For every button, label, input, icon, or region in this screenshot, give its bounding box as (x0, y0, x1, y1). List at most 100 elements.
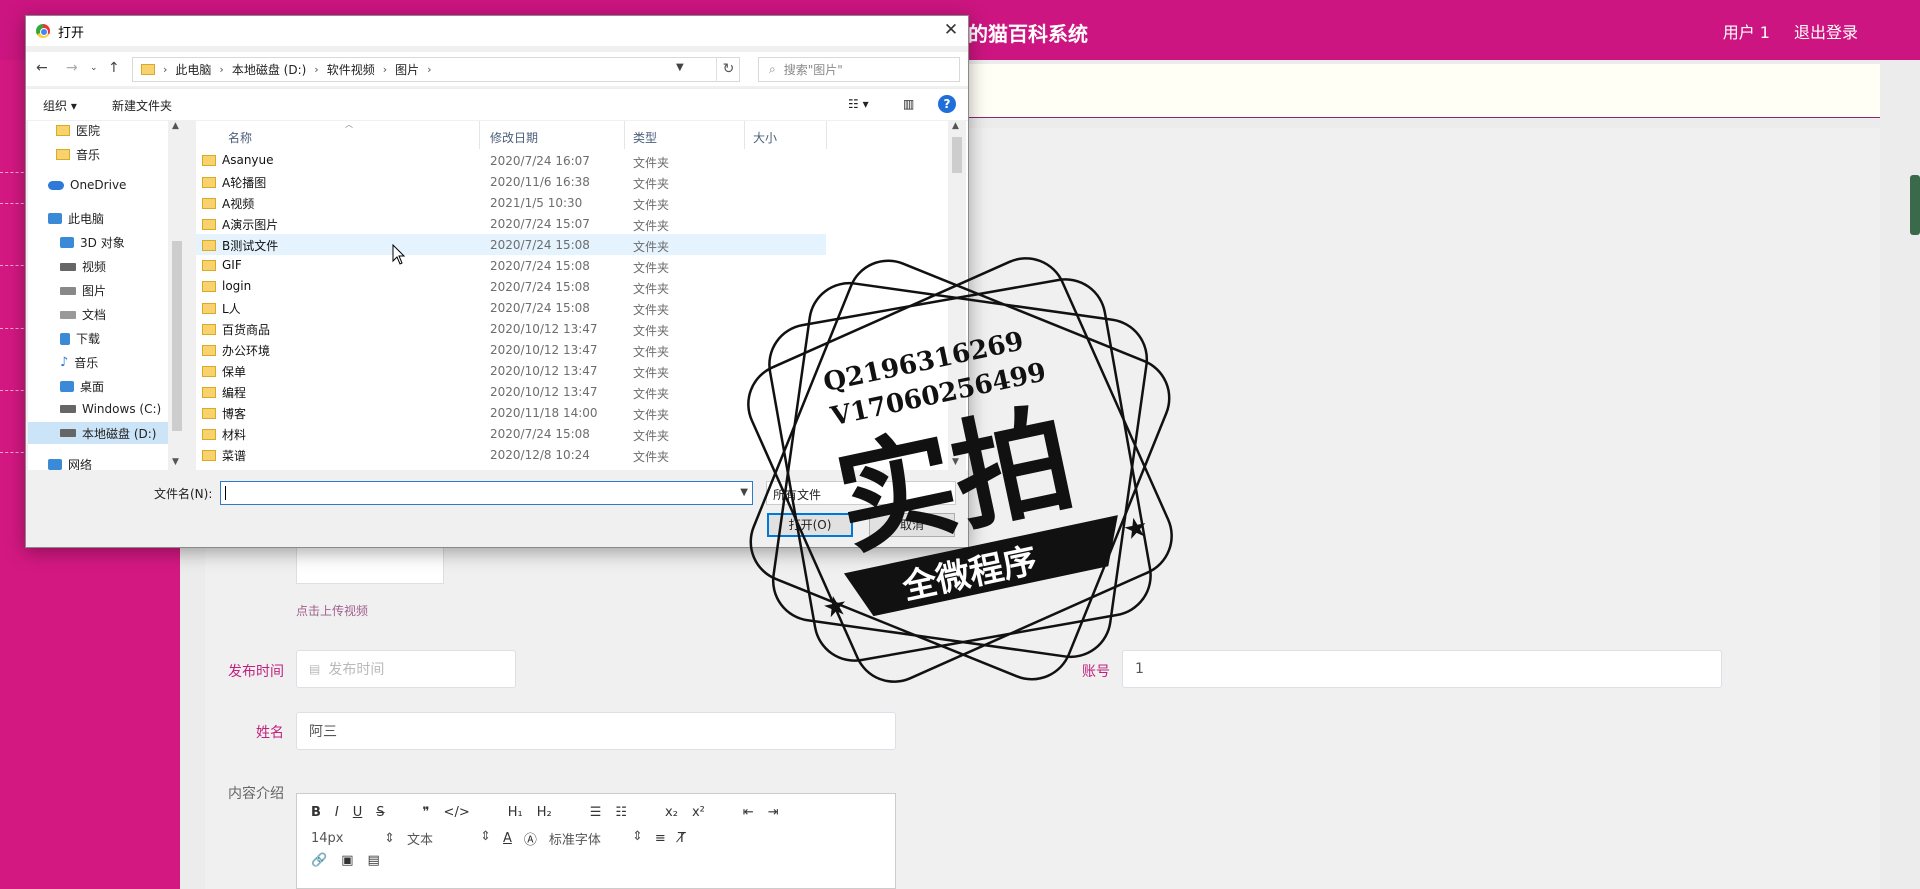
file-row[interactable]: 菜谱 2020/12/8 10:24 文件夹 (196, 444, 826, 465)
heading2-icon[interactable]: H₂ (537, 805, 552, 820)
up-icon[interactable]: ↑ (108, 60, 120, 76)
heading1-icon[interactable]: H₁ (508, 805, 523, 820)
user-menu[interactable]: 用户 1 (1723, 19, 1770, 43)
breadcrumb-item[interactable]: 本地磁盘 (D:) (232, 61, 306, 78)
column-divider[interactable] (479, 121, 480, 149)
file-row[interactable]: 博客 2020/11/18 14:00 文件夹 (196, 402, 826, 423)
nav-item-videos[interactable]: 视频 (60, 258, 106, 275)
nav-item-music[interactable]: ♪ 音乐 (60, 354, 98, 371)
subscript-icon[interactable]: x₂ (665, 805, 678, 820)
chevron-right-icon[interactable]: › (219, 63, 223, 76)
close-icon[interactable]: ✕ (940, 19, 962, 41)
nav-item-local-disk-d[interactable]: 本地磁盘 (D:) (28, 422, 172, 444)
rich-text-editor[interactable]: B I U S ❞ </> H₁ H₂ ☰ ☷ x₂ x² ⇤ ⇥ 14px ⇕… (296, 793, 896, 889)
recent-dropdown-icon[interactable]: ⌄ (90, 63, 98, 73)
file-row[interactable]: 办公环境 2020/10/12 13:47 文件夹 (196, 339, 826, 360)
column-divider[interactable] (826, 121, 827, 149)
video-icon[interactable]: ▤ (367, 853, 379, 868)
italic-icon[interactable]: I (335, 805, 339, 820)
nav-item-network[interactable]: 网络 (48, 458, 92, 470)
font-family-select[interactable]: 标准字体 ⇕ (549, 829, 643, 848)
help-icon[interactable]: ? (938, 95, 956, 113)
preview-pane-icon[interactable]: ▥ (903, 97, 914, 111)
file-row[interactable]: 材料 2020/7/24 15:08 文件夹 (196, 423, 826, 444)
text-style-select[interactable]: 文本 ⇕ (407, 829, 491, 848)
file-row[interactable]: 百货商品 2020/10/12 13:47 文件夹 (196, 318, 826, 339)
chevron-right-icon[interactable]: › (427, 63, 431, 76)
breadcrumb-item[interactable]: 软件视频 (327, 61, 375, 78)
nav-item-documents[interactable]: 文档 (60, 306, 106, 323)
upload-video-hint[interactable]: 点击上传视频 (296, 602, 368, 619)
column-header-name[interactable]: 名称 (228, 129, 252, 146)
chevron-right-icon[interactable]: › (163, 63, 167, 76)
scroll-down-icon[interactable]: ▼ (172, 457, 179, 467)
address-bar[interactable]: › 此电脑 › 本地磁盘 (D:) › 软件视频 › 图片 › (132, 57, 740, 82)
align-icon[interactable]: ≡ (655, 831, 666, 846)
nav-item-pictures[interactable]: 图片 (60, 282, 106, 299)
superscript-icon[interactable]: x² (692, 805, 705, 820)
nav-scrollbar-thumb[interactable] (172, 241, 182, 431)
indent-icon[interactable]: ⇥ (768, 805, 779, 820)
page-scrollbar-handle[interactable] (1910, 175, 1920, 235)
name-input[interactable]: 阿三 (296, 712, 896, 750)
nav-item-hospital[interactable]: 医院 (56, 122, 100, 139)
bold-icon[interactable]: B (311, 805, 321, 820)
font-size-select[interactable]: 14px ⇕ (311, 831, 395, 846)
quote-icon[interactable]: ❞ (423, 805, 430, 820)
column-header-modified[interactable]: 修改日期 (490, 129, 538, 146)
logout-link[interactable]: 退出登录 (1794, 19, 1858, 43)
file-row[interactable]: GIF 2020/7/24 15:08 文件夹 (196, 255, 826, 276)
underline-icon[interactable]: U (353, 805, 363, 820)
font-color-icon[interactable]: A (503, 831, 512, 846)
nav-item-this-pc[interactable]: 此电脑 (48, 210, 104, 227)
breadcrumb-item[interactable]: 此电脑 (175, 61, 211, 78)
organize-button[interactable]: 组织 ▾ (43, 97, 77, 114)
chevron-right-icon[interactable]: › (383, 63, 387, 76)
back-icon[interactable]: ← (36, 60, 48, 76)
column-divider[interactable] (624, 121, 625, 149)
link-icon[interactable]: 🔗 (311, 853, 327, 868)
view-options-icon[interactable]: ☷ ▾ (848, 97, 869, 111)
nav-item-3d-objects[interactable]: 3D 对象 (60, 234, 125, 251)
refresh-icon[interactable]: ↻ (716, 57, 740, 82)
new-folder-button[interactable]: 新建文件夹 (112, 97, 172, 114)
nav-item-desktop[interactable]: 桌面 (60, 378, 104, 395)
file-row[interactable]: 编程 2020/10/12 13:47 文件夹 (196, 381, 826, 402)
column-divider[interactable] (744, 121, 745, 149)
column-header-size[interactable]: 大小 (753, 129, 777, 146)
search-input[interactable]: ⌕ 搜索"图片" (758, 57, 960, 82)
nav-item-music-folder[interactable]: 音乐 (56, 146, 100, 163)
video-upload-box[interactable] (296, 548, 444, 584)
file-row[interactable]: B测试文件 2020/7/24 15:08 文件夹 (196, 234, 826, 255)
code-icon[interactable]: </> (444, 805, 470, 820)
address-dropdown-icon[interactable]: ▼ (676, 62, 684, 73)
file-row[interactable]: Asanyue 2020/7/24 16:07 文件夹 (196, 150, 826, 171)
forward-icon[interactable]: → (66, 60, 78, 76)
scroll-up-icon[interactable]: ▲ (952, 121, 959, 131)
file-row[interactable]: A视频 2021/1/5 10:30 文件夹 (196, 192, 826, 213)
scroll-up-icon[interactable]: ▲ (172, 121, 179, 131)
account-input[interactable]: 1 (1122, 650, 1722, 688)
image-icon[interactable]: ▣ (341, 853, 353, 868)
background-color-icon[interactable]: Ⓐ (524, 829, 537, 848)
strikethrough-icon[interactable]: S (376, 805, 384, 820)
file-row[interactable]: A演示图片 2020/7/24 15:07 文件夹 (196, 213, 826, 234)
dialog-titlebar[interactable]: 打开 ✕ (26, 16, 968, 46)
file-row[interactable]: 保单 2020/10/12 13:47 文件夹 (196, 360, 826, 381)
file-row[interactable]: login 2020/7/24 15:08 文件夹 (196, 276, 826, 297)
nav-item-downloads[interactable]: 下载 (60, 330, 100, 347)
file-row[interactable]: L人 2020/7/24 15:08 文件夹 (196, 297, 826, 318)
column-header-type[interactable]: 类型 (633, 129, 657, 146)
bullet-list-icon[interactable]: ☷ (615, 805, 627, 820)
outdent-icon[interactable]: ⇤ (743, 805, 754, 820)
breadcrumb-item[interactable]: 图片 (395, 61, 419, 78)
clear-format-icon[interactable]: T̸ (678, 831, 686, 846)
publish-time-input[interactable]: ▤ 发布时间 (296, 650, 516, 688)
file-scrollbar-thumb[interactable] (952, 137, 962, 173)
ordered-list-icon[interactable]: ☰ (590, 805, 602, 820)
chevron-right-icon[interactable]: › (314, 63, 318, 76)
nav-item-windows-c[interactable]: Windows (C:) (60, 402, 161, 416)
nav-item-onedrive[interactable]: OneDrive (48, 178, 126, 192)
filename-input[interactable]: ▼ (220, 481, 753, 505)
nav-scrollbar[interactable]: ▲ ▼ (168, 121, 186, 470)
